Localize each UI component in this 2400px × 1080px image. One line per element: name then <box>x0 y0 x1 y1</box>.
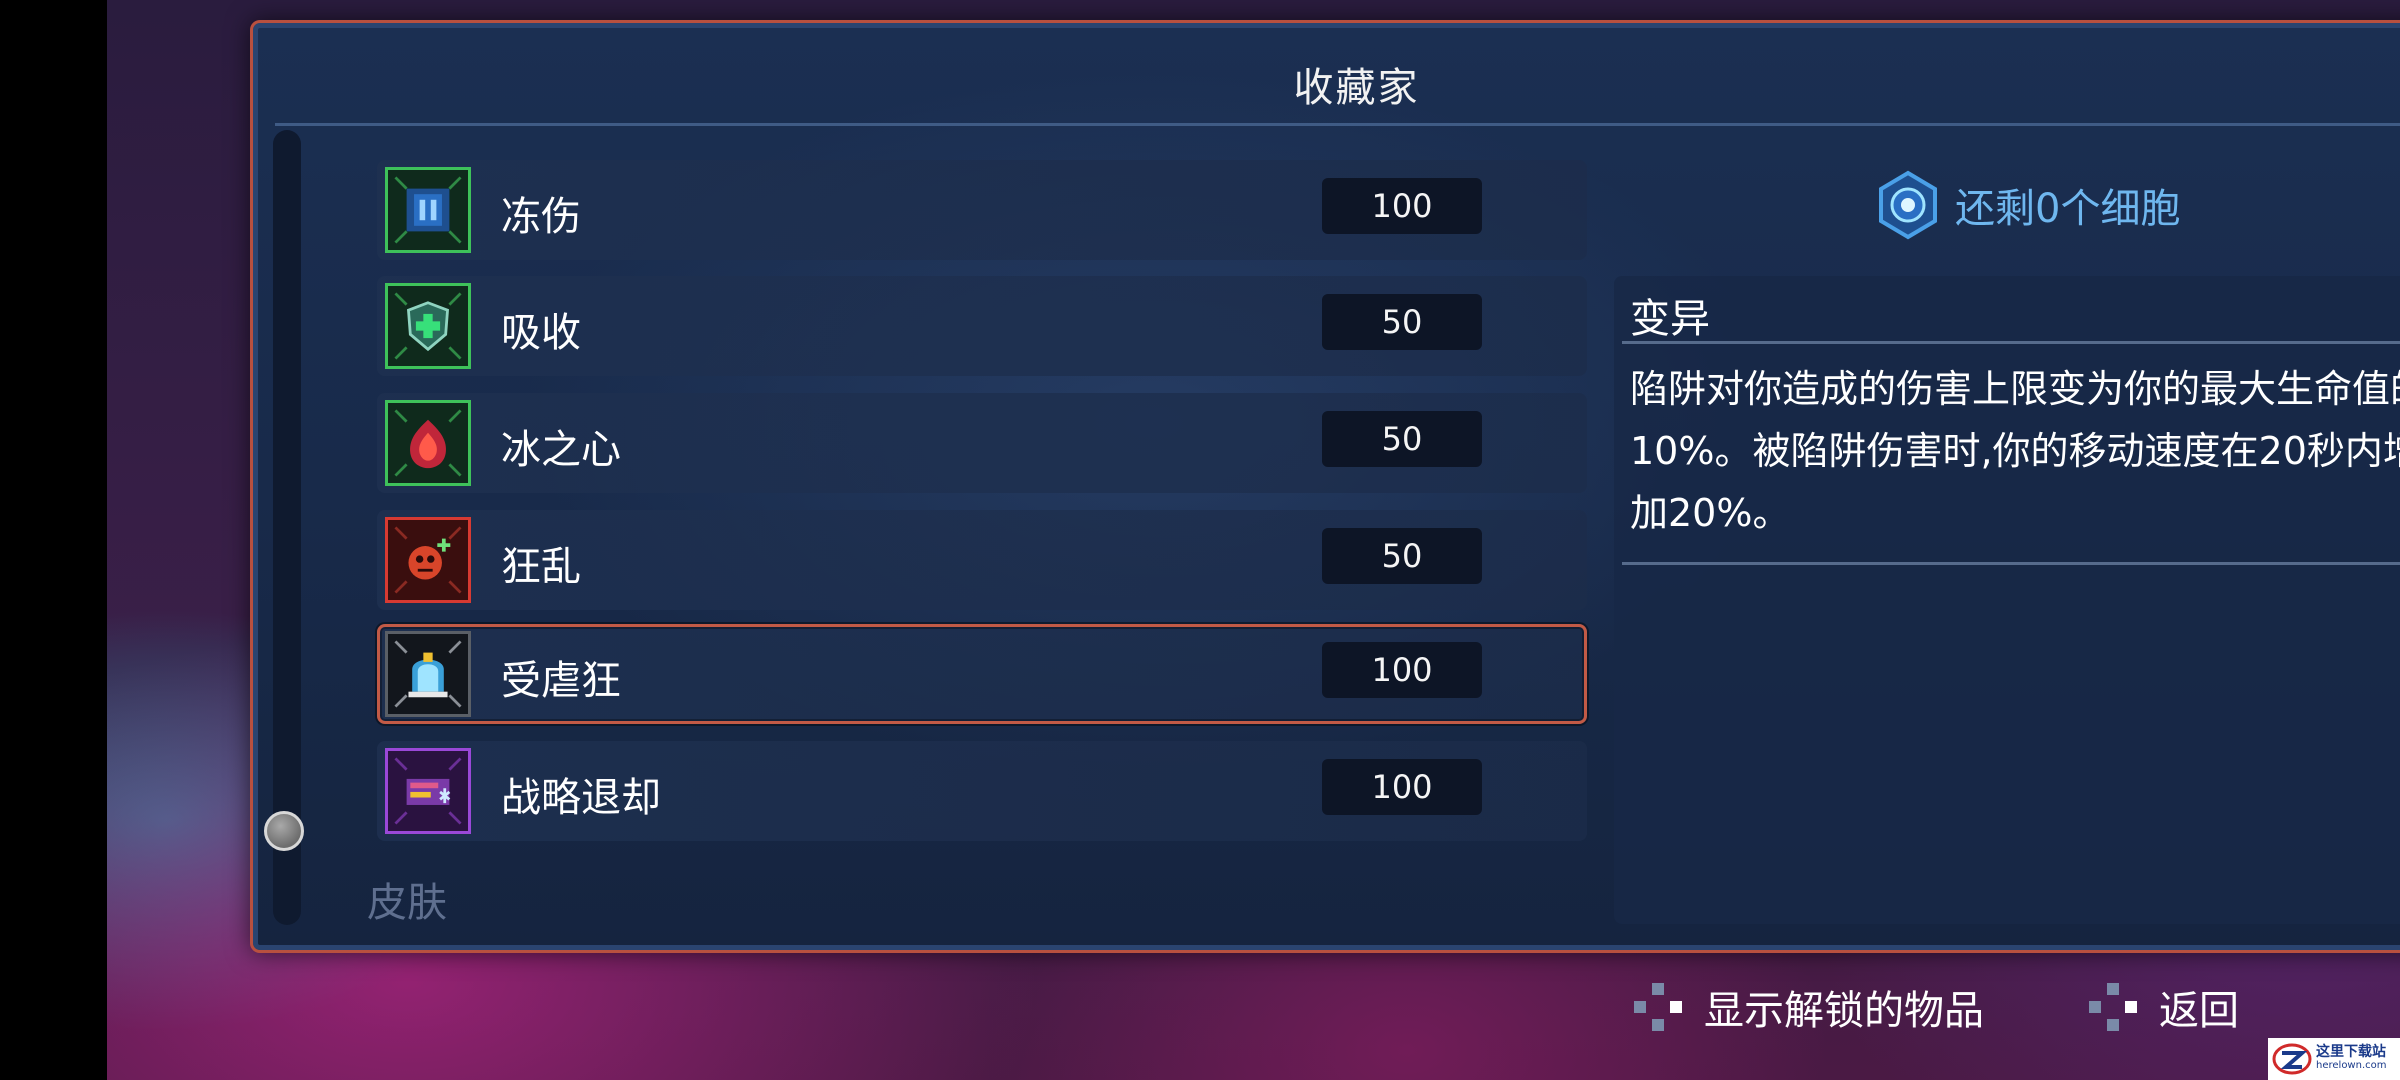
detail-heading: 变异 <box>1630 296 1710 342</box>
mutation-row-absorption[interactable]: 吸收 50 <box>377 276 1587 376</box>
frostbite-icon <box>385 167 471 253</box>
item-cost: 100 <box>1322 642 1482 698</box>
item-label: 受虐狂 <box>501 658 621 704</box>
item-cost: 50 <box>1322 411 1482 467</box>
ice-heart-icon <box>385 400 471 486</box>
tactical-retreat-icon <box>385 748 471 834</box>
detail-divider-top <box>1622 341 2400 344</box>
watermark-logo-icon <box>2272 1043 2312 1075</box>
frenzy-icon <box>385 517 471 603</box>
cells-remaining: 还剩0个细胞 <box>1875 165 2180 245</box>
item-cost: 100 <box>1322 178 1482 234</box>
scrollbar-thumb[interactable] <box>264 811 304 851</box>
back-label: 返回 <box>2159 988 2239 1034</box>
item-label: 狂乱 <box>501 544 581 590</box>
title-divider <box>275 123 2400 126</box>
masochist-icon <box>385 631 471 717</box>
show-unlocked-label: 显示解锁的物品 <box>1704 988 1984 1034</box>
dpad-icon <box>1634 983 1682 1031</box>
mutation-row-frenzy[interactable]: 狂乱 50 <box>377 510 1587 610</box>
scrollbar-track[interactable] <box>273 130 301 925</box>
mutation-row-masochist[interactable]: 受虐狂 100 <box>377 624 1587 724</box>
cell-icon <box>1879 170 1937 240</box>
mutation-detail-panel: 变异 陷阱对你造成的伤害上限变为你的最大生命值的10%。被陷阱伤害时,你的移动速… <box>1614 276 2400 924</box>
cells-remaining-text: 还剩0个细胞 <box>1955 186 2181 232</box>
show-unlocked-hint[interactable]: 显示解锁的物品 <box>1630 978 1984 1036</box>
mutation-row-frostbite[interactable]: 冻伤 100 <box>377 160 1587 260</box>
detail-description: 陷阱对你造成的伤害上限变为你的最大生命值的10%。被陷阱伤害时,你的移动速度在2… <box>1630 367 2400 535</box>
panel-title: 收藏家 <box>1293 65 1420 111</box>
item-cost: 50 <box>1322 294 1482 350</box>
watermark-en: herelown.com <box>2316 1060 2387 1071</box>
dpad-icon <box>2089 983 2137 1031</box>
detail-divider-bottom <box>1622 562 2400 565</box>
item-cost: 100 <box>1322 759 1482 815</box>
mutation-row-tactical-retreat[interactable]: 战略退却 100 <box>377 741 1587 841</box>
back-hint[interactable]: 返回 <box>2085 978 2239 1036</box>
site-watermark: 这里下载站 herelown.com <box>2268 1038 2400 1080</box>
game-background: 收藏家 冻伤 100 吸收 50 冰之心 50 狂乱 50 受虐狂 100 战略… <box>107 0 2400 1080</box>
skins-section-label: 皮肤 <box>367 880 447 926</box>
item-label: 冰之心 <box>501 427 621 473</box>
item-label: 冻伤 <box>501 194 581 240</box>
item-label: 吸收 <box>501 310 581 356</box>
mutation-row-ice-heart[interactable]: 冰之心 50 <box>377 393 1587 493</box>
absorption-shield-icon <box>385 283 471 369</box>
item-cost: 50 <box>1322 528 1482 584</box>
item-label: 战略退却 <box>501 775 661 821</box>
watermark-cn: 这里下载站 <box>2316 1044 2386 1060</box>
